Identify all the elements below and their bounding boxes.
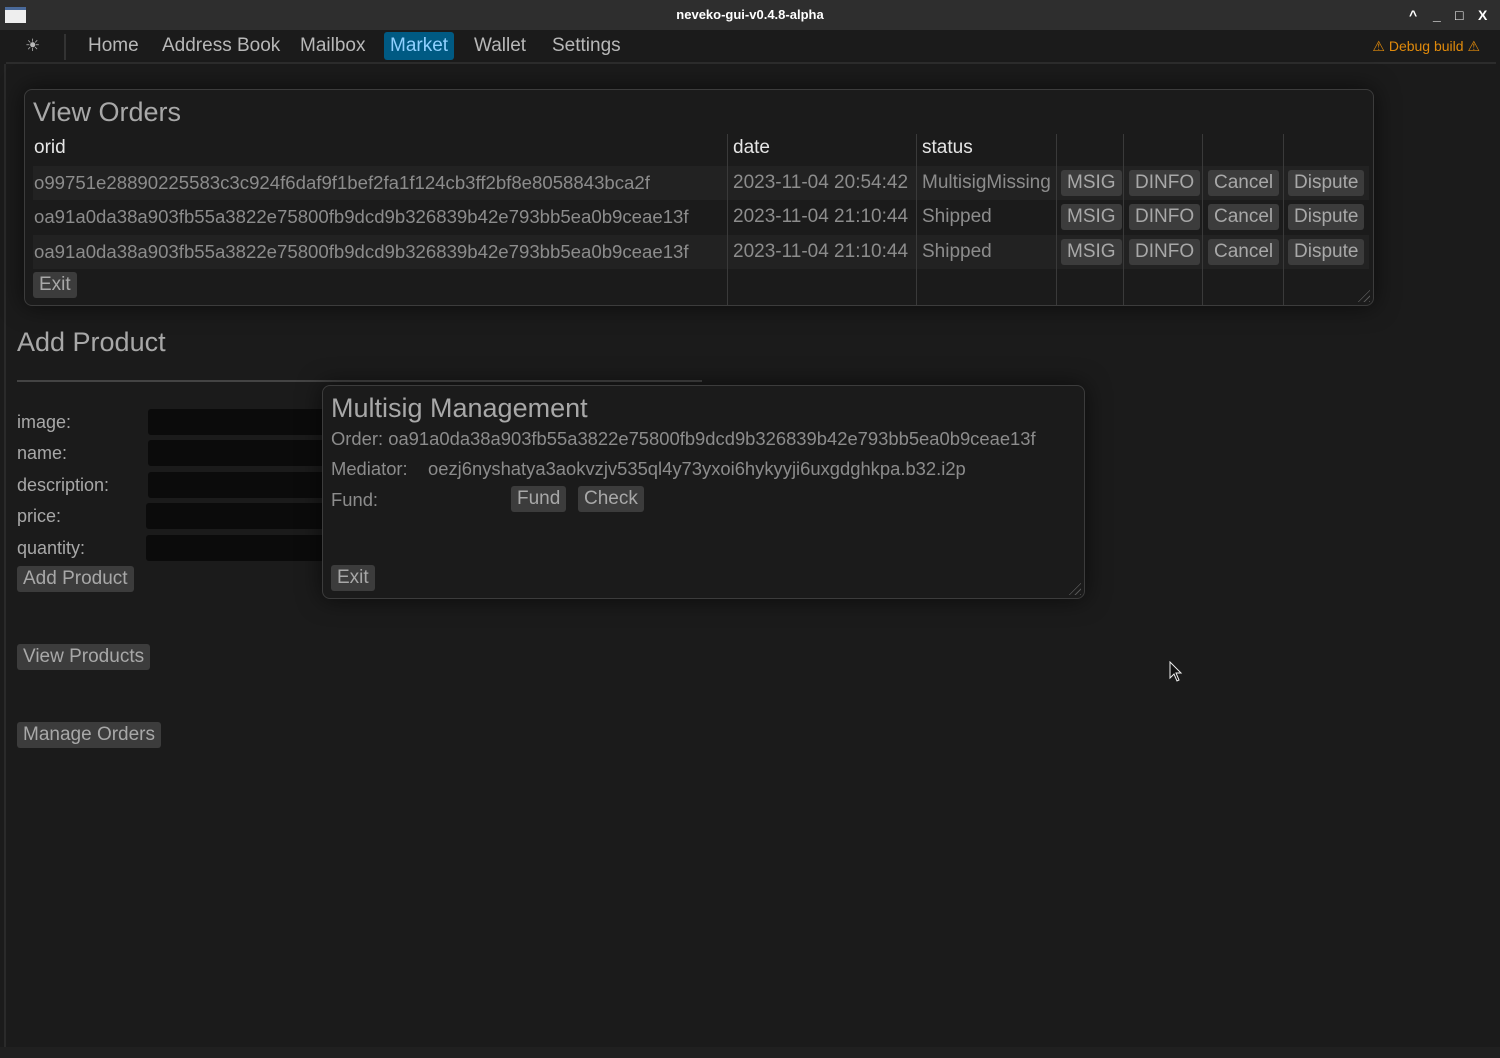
tab-wallet[interactable]: Wallet: [468, 32, 532, 60]
image-label: image:: [17, 412, 72, 432]
description-input[interactable]: [148, 472, 348, 498]
msig-button[interactable]: MSIG: [1061, 239, 1122, 265]
divider: [64, 34, 66, 60]
dinfo-button[interactable]: DINFO: [1129, 204, 1201, 230]
maximize-icon[interactable]: □: [1455, 0, 1463, 30]
status-cell: Shipped: [922, 241, 992, 262]
tab-market[interactable]: Market: [384, 32, 455, 60]
cancel-button[interactable]: Cancel: [1208, 204, 1280, 230]
status-cell: MultisigMissing: [922, 172, 1051, 193]
fund-button[interactable]: Fund: [511, 486, 567, 512]
orid-cell: oa91a0da38a903fb55a3822e75800fb9dcd9b326…: [34, 206, 689, 227]
view-orders-title: View Orders: [33, 97, 182, 127]
keep-above-icon[interactable]: ^: [1409, 0, 1417, 30]
msig-button[interactable]: MSIG: [1061, 170, 1122, 196]
exit-button[interactable]: Exit: [331, 565, 375, 591]
mouse-cursor-icon: [1169, 661, 1183, 682]
column-divider: [916, 134, 917, 305]
close-icon[interactable]: X: [1478, 0, 1487, 30]
date-cell: 2023-11-04 20:54:42: [733, 172, 909, 193]
column-header-orid: orid: [34, 137, 66, 158]
dinfo-button[interactable]: DINFO: [1129, 170, 1201, 196]
column-divider: [1056, 134, 1057, 305]
theme-toggle-icon[interactable]: ☀: [19, 32, 46, 60]
cancel-button[interactable]: Cancel: [1208, 239, 1280, 265]
tab-address-book[interactable]: Address Book: [156, 32, 286, 60]
view-orders-window: View Orders orid date status o99751e2889…: [24, 89, 1374, 306]
name-label: name:: [17, 443, 68, 463]
exit-button[interactable]: Exit: [33, 272, 77, 298]
tab-home[interactable]: Home: [82, 32, 145, 60]
status-cell: Shipped: [922, 206, 992, 227]
add-product-heading: Add Product: [17, 327, 166, 357]
column-divider: [727, 134, 728, 305]
price-input[interactable]: [146, 503, 346, 529]
orid-cell: o99751e28890225583c3c924f6daf9f1bef2fa1f…: [34, 172, 650, 193]
taskbar: [0, 1047, 1500, 1058]
column-divider: [1123, 134, 1124, 305]
dispute-button[interactable]: Dispute: [1288, 239, 1365, 265]
app-icon: [5, 7, 26, 23]
column-header-date: date: [733, 137, 770, 158]
dispute-button[interactable]: Dispute: [1288, 204, 1365, 230]
quantity-label: quantity:: [17, 538, 86, 558]
mediator-label: Mediator:: [331, 458, 408, 479]
multisig-title: Multisig Management: [331, 393, 588, 423]
column-header-status: status: [922, 137, 973, 158]
frame-border: [4, 64, 6, 1049]
column-divider: [1283, 134, 1284, 305]
manage-orders-button[interactable]: Manage Orders: [17, 722, 162, 748]
description-label: description:: [17, 475, 110, 495]
dinfo-button[interactable]: DINFO: [1129, 239, 1201, 265]
dispute-button[interactable]: Dispute: [1288, 170, 1365, 196]
price-label: price:: [17, 506, 62, 526]
fund-label: Fund:: [331, 489, 379, 510]
debug-build-warning: ⚠ Debug build ⚠: [1372, 38, 1480, 54]
resize-handle[interactable]: [1356, 288, 1370, 302]
tab-settings[interactable]: Settings: [546, 32, 627, 60]
orid-cell: oa91a0da38a903fb55a3822e75800fb9dcd9b326…: [34, 241, 689, 262]
minimize-icon[interactable]: _: [1433, 0, 1441, 30]
date-cell: 2023-11-04 21:10:44: [733, 206, 909, 227]
quantity-input[interactable]: [146, 535, 346, 561]
column-divider: [1202, 134, 1203, 305]
order-id-text: Order: oa91a0da38a903fb55a3822e75800fb9d…: [331, 428, 1036, 449]
title-bar: neveko-gui-v0.4.8-alpha ^ _ □ X: [0, 0, 1500, 30]
date-cell: 2023-11-04 21:10:44: [733, 241, 909, 262]
add-product-button[interactable]: Add Product: [17, 566, 134, 592]
msig-button[interactable]: MSIG: [1061, 204, 1122, 230]
resize-handle[interactable]: [1067, 581, 1081, 595]
multisig-window: Multisig Management Order: oa91a0da38a90…: [322, 385, 1085, 599]
view-products-button[interactable]: View Products: [17, 644, 151, 670]
divider: [17, 380, 702, 382]
image-input[interactable]: [148, 409, 348, 435]
window-title: neveko-gui-v0.4.8-alpha: [676, 7, 824, 22]
tab-mailbox[interactable]: Mailbox: [294, 32, 371, 60]
cancel-button[interactable]: Cancel: [1208, 170, 1280, 196]
name-input[interactable]: [148, 440, 348, 466]
mediator-address: oezj6nyshatya3aokvzjv535ql4y73yxoi6hykyy…: [428, 458, 966, 479]
menu-bar: ☀ Home Address Book Mailbox Market Walle…: [6, 30, 1496, 64]
check-button[interactable]: Check: [578, 486, 644, 512]
